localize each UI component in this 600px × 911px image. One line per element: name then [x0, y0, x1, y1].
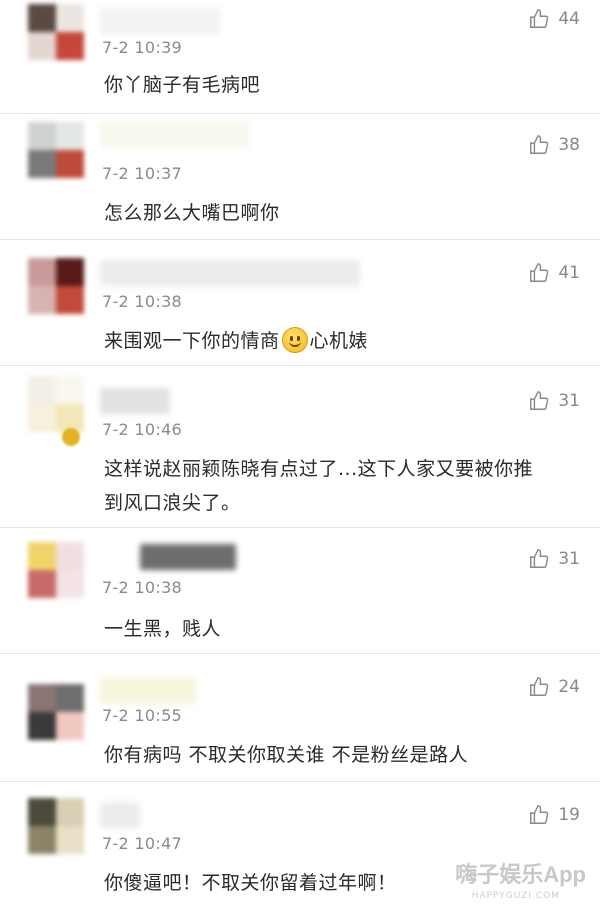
like-count: 19: [558, 805, 580, 825]
like-button[interactable]: 38: [528, 134, 580, 156]
username[interactable]: [100, 260, 360, 286]
verified-badge: [62, 428, 80, 446]
thumbs-up-icon: [530, 549, 549, 568]
like-count: 31: [558, 391, 580, 411]
avatar[interactable]: [28, 376, 84, 432]
comment-time: 7-2 10:47: [102, 834, 183, 853]
comment-text: 你丫脑子有毛病吧: [104, 74, 261, 96]
like-count: 38: [558, 135, 580, 155]
smile-emoji-icon: [281, 327, 308, 353]
username[interactable]: [100, 8, 220, 34]
avatar[interactable]: [28, 798, 84, 854]
thumbs-up-icon: [530, 805, 549, 824]
comment-time: 7-2 10:55: [102, 706, 183, 725]
like-button[interactable]: 24: [528, 676, 580, 698]
comment-text: 来围观一下你的情商 心机婊: [104, 324, 534, 358]
username[interactable]: [140, 544, 236, 570]
comment-item: 7-2 10:37 怎么那么大嘴巴啊你 38: [0, 114, 600, 240]
avatar[interactable]: [28, 4, 84, 60]
comment-text: 这样说赵丽颖陈晓有点过了...这下人家又要被你推到风口浪尖了。: [104, 458, 534, 514]
like-button[interactable]: 31: [528, 390, 580, 412]
comment-time: 7-2 10:38: [102, 292, 183, 311]
comment-text: 一生黑，贱人: [104, 618, 222, 640]
avatar[interactable]: [28, 684, 84, 740]
comment-item: 7-2 10:38 来围观一下你的情商 心机婊 41: [0, 240, 600, 366]
comment-time: 7-2 10:38: [102, 578, 183, 597]
comment-time: 7-2 10:37: [102, 164, 183, 183]
watermark-sub: HAPPYGUZI.COM: [471, 891, 560, 901]
like-count: 41: [558, 263, 580, 283]
comment-text: 你有病吗 不取关你取关谁 不是粉丝是路人: [104, 744, 469, 766]
like-count: 24: [558, 677, 580, 697]
like-button[interactable]: 41: [528, 262, 580, 284]
watermark: 嗨子娱乐App: [455, 862, 586, 887]
comment-text-part: 心机婊: [309, 330, 369, 352]
avatar[interactable]: [28, 542, 84, 598]
username[interactable]: [100, 802, 140, 828]
comment-text: 怎么那么大嘴巴啊你: [104, 202, 280, 224]
like-button[interactable]: 31: [528, 548, 580, 570]
username[interactable]: [100, 122, 250, 148]
username[interactable]: [100, 678, 196, 704]
like-count: 31: [558, 549, 580, 569]
thumbs-up-icon: [530, 135, 549, 154]
comment-item: 7-2 10:55 你有病吗 不取关你取关谁 不是粉丝是路人 24: [0, 654, 600, 782]
like-count: 44: [558, 9, 580, 29]
comment-text-part: 来围观一下你的情商: [104, 330, 280, 352]
thumbs-up-icon: [530, 263, 549, 282]
comment-time: 7-2 10:46: [102, 420, 183, 439]
avatar[interactable]: [28, 258, 84, 314]
username[interactable]: [100, 388, 170, 414]
avatar[interactable]: [28, 122, 84, 178]
thumbs-up-icon: [530, 677, 549, 696]
comment-time: 7-2 10:39: [102, 38, 183, 57]
comment-item: 7-2 10:46 这样说赵丽颖陈晓有点过了...这下人家又要被你推到风口浪尖了…: [0, 366, 600, 528]
thumbs-up-icon: [530, 391, 549, 410]
comment-item: 7-2 10:39 你丫脑子有毛病吧 44: [0, 0, 600, 114]
comment-item: 7-2 10:38 一生黑，贱人 31: [0, 528, 600, 654]
like-button[interactable]: 44: [528, 8, 580, 30]
like-button[interactable]: 19: [528, 804, 580, 826]
thumbs-up-icon: [530, 9, 549, 28]
